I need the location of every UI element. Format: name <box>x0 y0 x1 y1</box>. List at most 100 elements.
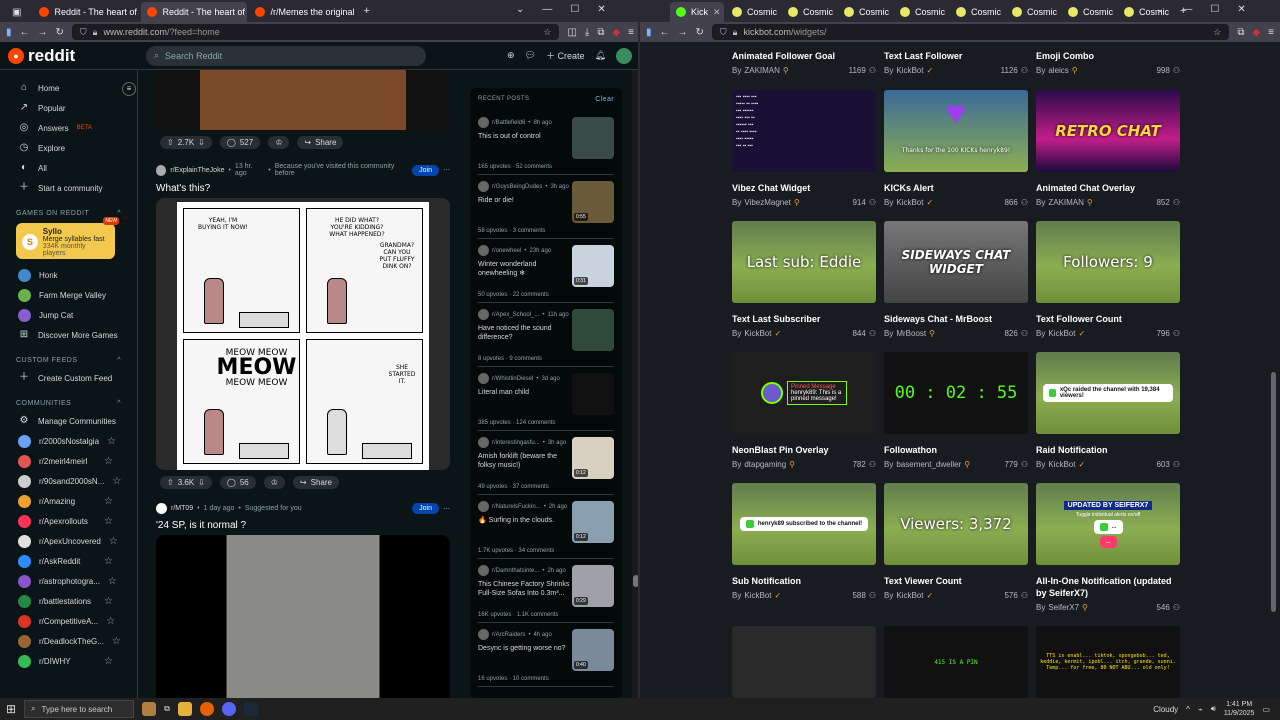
sidebar-game-farm-merge[interactable]: Farm Merge Valley <box>8 285 137 305</box>
tab-cosmic[interactable]: Cosmic <box>726 2 780 22</box>
recent-sub[interactable]: r/NaturelsFuckin... <box>492 504 541 510</box>
widget-author[interactable]: KickBot <box>1048 329 1075 338</box>
recent-sub[interactable]: r/WhistlinDiesel <box>492 376 533 382</box>
recent-thumbnail[interactable]: 0:55 <box>572 181 614 223</box>
tab-reddit-1[interactable]: Reddit - The heart of the interne✕ <box>33 2 139 22</box>
recent-thumbnail[interactable] <box>572 117 614 159</box>
sidebar-item-home[interactable]: ⌂ Home <box>8 78 137 98</box>
syllo-game-card[interactable]: NEW S Syllo Merge syllables fast 334K mont… <box>16 217 119 259</box>
maximize-icon[interactable]: ☐ <box>570 4 579 15</box>
minimize-icon[interactable]: — <box>1182 4 1192 15</box>
tab-kick[interactable]: Kick ✕ <box>670 2 724 22</box>
address-bar[interactable]: ⛉ 🔒︎ www.reddit.com/?feed=home ☆ <box>71 24 560 40</box>
new-tab-icon[interactable]: + <box>363 5 369 17</box>
close-window-icon[interactable]: ✕ <box>1237 4 1245 15</box>
notification-center-icon[interactable]: ▭ <box>1262 705 1270 714</box>
recent-post-item[interactable]: r/NaturelsFuckin... • 2h ago 🔥 Surfing in t… <box>478 495 614 559</box>
favorite-star-icon[interactable]: ☆ <box>106 616 115 627</box>
chevron-up-icon[interactable]: ^ <box>1186 705 1190 714</box>
communities-heading[interactable]: COMMUNITIES ^ <box>8 388 137 411</box>
vote-button[interactable]: ⇧ 2.7K ⇩ <box>160 136 212 149</box>
widget-card[interactable]: UPDATED BY SEIFERX7 Toggle individual ale… <box>1036 483 1180 612</box>
avatar[interactable] <box>616 47 632 64</box>
widget-card[interactable]: ▪▪▪ ▪▪▪▪ ▪▪▪ ▪▪▪▪▪ ▪▪ ▪▪▪▪ ▪▪▪ ▪▪▪▪▪▪ ▪▪▪▪ … <box>732 90 876 207</box>
sidebar-item-explore[interactable]: ◷ Explore <box>8 138 137 158</box>
widget-card[interactable]: Animated Follower Goal By ZAKIMAN ⚲ 1169 ⚇ <box>732 42 876 75</box>
favorite-star-icon[interactable]: ☆ <box>112 636 121 647</box>
widget-author[interactable]: ZAKIMAN <box>1048 198 1084 207</box>
network-icon[interactable]: ⌁ <box>1198 705 1203 714</box>
share-button[interactable]: ↪ Share <box>297 136 344 149</box>
favorite-star-icon[interactable]: ☆ <box>104 656 113 667</box>
discord-icon[interactable] <box>221 702 236 716</box>
subreddit-avatar[interactable] <box>156 164 167 176</box>
vote-button[interactable]: ⇧ 3.6K ⇩ <box>160 476 212 489</box>
recent-title[interactable]: Desync is getting worse no? <box>478 644 573 653</box>
recent-sub[interactable]: r/Apex_School_... <box>492 312 539 318</box>
widget-title[interactable]: Sideways Chat - MrBoost <box>884 313 1028 325</box>
tab-cosmic[interactable]: Cosmic <box>1062 2 1116 22</box>
widget-preview[interactable] <box>732 626 876 698</box>
recent-title[interactable]: This Chinese Factory Shrinks Full-Size S… <box>478 580 573 598</box>
windows-start-icon[interactable]: ⊞ <box>6 702 16 716</box>
award-button[interactable]: ♔ <box>268 136 290 149</box>
forward-icon[interactable]: → <box>678 27 688 38</box>
create-custom-feed[interactable]: ＋ Create Custom Feed <box>8 368 137 388</box>
recent-title[interactable]: Have noticed the sound difference? <box>478 324 573 342</box>
recent-sub[interactable]: r/ArcRaiders <box>492 632 525 638</box>
bookmark-star-icon[interactable]: ☆ <box>543 27 551 38</box>
tab-overview-icon[interactable]: ▣ <box>12 7 21 18</box>
widget-preview[interactable]: Followers: 9 <box>1036 221 1180 303</box>
favorite-star-icon[interactable]: ☆ <box>104 516 113 527</box>
file-explorer-icon[interactable] <box>177 702 192 716</box>
recent-thumbnail[interactable]: 0:12 <box>572 437 614 479</box>
reload-icon[interactable]: ↻ <box>696 27 704 38</box>
taskbar-search-input[interactable]: ⌕ Type here to search <box>24 700 135 718</box>
recent-thumbnail[interactable]: 0:29 <box>572 565 614 607</box>
tab-cosmic[interactable]: Cosmic <box>1006 2 1060 22</box>
back-icon[interactable]: ← <box>20 27 30 38</box>
widget-author[interactable]: dtapgaming <box>744 460 786 469</box>
widget-title[interactable]: Vibez Chat Widget <box>732 182 876 194</box>
custom-feeds-heading[interactable]: CUSTOM FEEDS ^ <box>8 345 137 368</box>
favorite-star-icon[interactable]: ☆ <box>104 556 113 567</box>
widget-preview[interactable]: ♥ Thanks for the 100 KICKs henryk89! <box>884 90 1028 172</box>
close-window-icon[interactable]: ✕ <box>597 4 605 15</box>
tab-cosmic[interactable]: Cosmic <box>894 2 948 22</box>
widget-title[interactable]: Text Last Follower <box>884 50 1028 62</box>
recent-thumbnail[interactable]: 0:40 <box>572 629 614 671</box>
create-button[interactable]: ＋ Create <box>546 49 585 62</box>
back-icon[interactable]: ← <box>660 27 670 38</box>
recent-sub[interactable]: r/GuysBeingDudes <box>492 184 542 190</box>
widget-preview[interactable]: Viewers: 3,372 <box>884 483 1028 565</box>
sidebar-community[interactable]: r/ApexUncovered ☆ <box>8 531 137 551</box>
volume-icon[interactable]: 🔊︎ <box>1211 704 1216 714</box>
chat-icon[interactable]: 💬︎ <box>525 50 536 61</box>
widget-card[interactable]: Pinned Message henryk89: This is a pinned… <box>732 352 876 469</box>
extensions-icon[interactable]: ⧉ <box>597 27 604 38</box>
sidebar-community[interactable]: r/DIWHY ☆ <box>8 651 137 671</box>
widget-preview[interactable]: xQc raided the channel with 19,384 viewe… <box>1036 352 1180 434</box>
widget-author[interactable]: KickBot <box>744 591 771 600</box>
subreddit-link[interactable]: r/ExplainTheJoke <box>170 167 224 174</box>
widget-preview[interactable]: ▪▪▪ ▪▪▪▪ ▪▪▪ ▪▪▪▪▪ ▪▪ ▪▪▪▪ ▪▪▪ ▪▪▪▪▪▪ ▪▪▪▪ … <box>732 90 876 172</box>
widget-card[interactable]: henryk89 subscribed to the channel! Sub N… <box>732 483 876 600</box>
widget-card[interactable]: Viewers: 3,372 Text Viewer Count By KickBot… <box>884 483 1028 600</box>
minimize-icon[interactable]: — <box>542 4 552 15</box>
recent-thumbnail[interactable]: 0:12 <box>572 501 614 543</box>
widget-card[interactable]: 00 : 02 : 55 Followathon By basement_dwelle… <box>884 352 1028 469</box>
widget-author[interactable]: VibezMagnet <box>744 198 791 207</box>
favorite-star-icon[interactable]: ☆ <box>107 436 116 447</box>
menu-icon[interactable]: ≡ <box>1268 27 1274 38</box>
recent-thumbnail[interactable]: 0:31 <box>572 245 614 287</box>
post-title[interactable]: What's this? <box>156 183 450 194</box>
widget-author[interactable]: aleics <box>1048 66 1068 75</box>
manage-communities[interactable]: ⚙ Manage Communities <box>8 411 137 431</box>
bookmark-star-icon[interactable]: ☆ <box>1213 27 1221 38</box>
weather-label[interactable]: Cloudy <box>1153 705 1178 714</box>
sidebar-toggle-icon[interactable]: ▮ <box>646 27 652 38</box>
recent-post-item[interactable]: r/WhistlinDiesel • 3d ago Literal man child… <box>478 367 614 431</box>
widget-title[interactable]: Text Last Subscriber <box>732 313 876 325</box>
recent-post-item[interactable]: r/Apex_School_... • 11h ago Have noticed th… <box>478 303 614 367</box>
widget-preview[interactable]: SIDEWAYS CHAT WIDGET <box>884 221 1028 303</box>
